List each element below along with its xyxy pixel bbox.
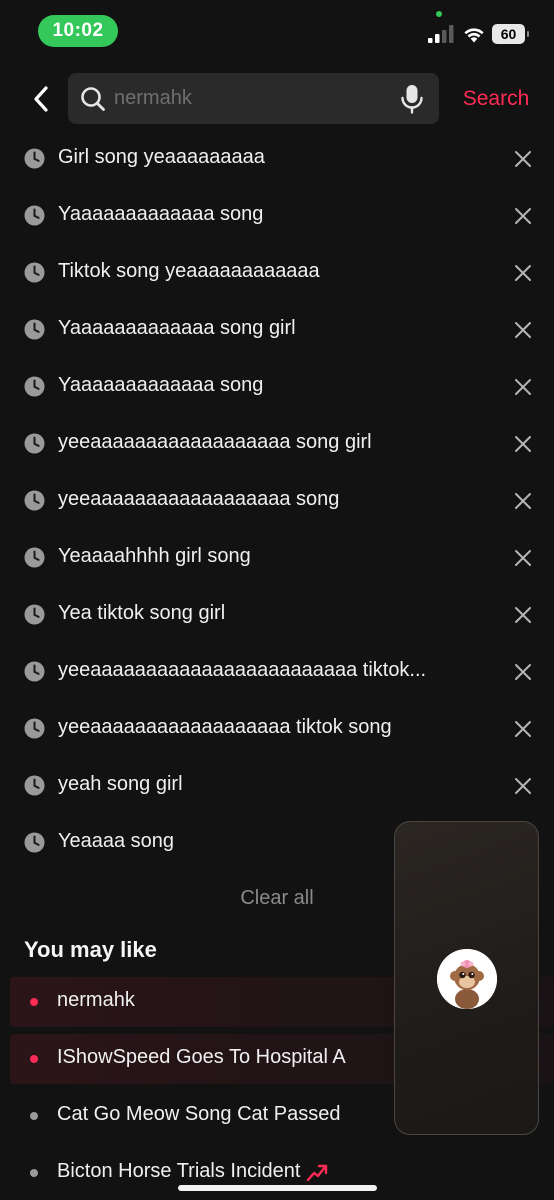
back-button[interactable]	[26, 82, 56, 116]
search-history-list: Girl song yeaaaaaaaaa Yaaaaaaaaaaaaa song…	[0, 130, 554, 871]
history-item-label: yeeaaaaaaaaaaaaaaaaaa song	[58, 488, 340, 510]
history-item[interactable]: Girl song yeaaaaaaaaa	[0, 130, 554, 187]
suggestion-label: nermahk	[57, 989, 135, 1012]
history-item-label: Yaaaaaaaaaaaaa song	[58, 203, 264, 225]
clock-icon	[24, 376, 45, 397]
search-button[interactable]: Search	[458, 84, 534, 114]
avatar[interactable]	[437, 949, 497, 1009]
suggestion-text: IShowSpeed Goes To Hospital A	[57, 1046, 346, 1068]
history-item-label: Yeaaaahhhh girl song	[58, 545, 251, 567]
history-item-label: yeeaaaaaaaaaaaaaaaaaaaaaaaa tiktok...	[58, 659, 427, 681]
close-icon[interactable]	[512, 376, 534, 398]
history-item[interactable]: yeah song girl	[0, 757, 554, 814]
history-item[interactable]: yeeaaaaaaaaaaaaaaaaaa song	[0, 472, 554, 529]
close-icon[interactable]	[512, 718, 534, 740]
search-bar[interactable]	[68, 73, 439, 124]
hot-dot-icon	[30, 1055, 38, 1063]
history-item[interactable]: Yaaaaaaaaaaaaa song girl	[0, 301, 554, 358]
suggestion-label: Bicton Horse Trials Incident	[57, 1160, 328, 1183]
history-item-label: yeeaaaaaaaaaaaaaaaaaa song girl	[58, 431, 372, 453]
history-item-label: yeah song girl	[58, 773, 183, 795]
close-icon[interactable]	[512, 319, 534, 341]
close-icon[interactable]	[512, 604, 534, 626]
wifi-icon	[464, 28, 484, 43]
home-indicator[interactable]	[178, 1185, 377, 1191]
clear-all-button[interactable]: Clear all	[200, 884, 354, 912]
clock-icon	[24, 718, 45, 739]
close-icon[interactable]	[512, 205, 534, 227]
search-icon	[81, 87, 105, 111]
history-item-label: Yaaaaaaaaaaaaa song	[58, 374, 264, 396]
status-bar: 10:02 60	[0, 0, 554, 60]
you-may-like-title: You may like	[24, 937, 157, 962]
search-input[interactable]	[114, 81, 394, 116]
history-item-label: Girl song yeaaaaaaaaa	[58, 146, 265, 168]
camera-in-use-indicator	[436, 11, 442, 17]
suggestion-text: Bicton Horse Trials Incident	[57, 1160, 301, 1182]
history-item-label: Yea tiktok song girl	[58, 602, 226, 624]
hot-dot-icon	[30, 998, 38, 1006]
suggestion-label: Cat Go Meow Song Cat Passed	[57, 1103, 340, 1126]
clock-icon	[24, 832, 45, 853]
clock-icon	[24, 604, 45, 625]
suggestion-label: IShowSpeed Goes To Hospital A	[57, 1046, 346, 1069]
dot-icon	[30, 1169, 38, 1177]
chevron-left-icon	[34, 86, 48, 112]
floating-live-preview[interactable]	[394, 821, 539, 1135]
suggestion-text: nermahk	[57, 989, 135, 1011]
history-item[interactable]: yeeaaaaaaaaaaaaaaaaaa tiktok song	[0, 700, 554, 757]
close-icon[interactable]	[512, 433, 534, 455]
microphone-icon[interactable]	[400, 84, 424, 114]
dot-icon	[30, 1112, 38, 1120]
status-time[interactable]: 10:02	[38, 15, 118, 47]
history-item[interactable]: Yaaaaaaaaaaaaa song	[0, 358, 554, 415]
clock-icon	[24, 205, 45, 226]
monkey-avatar-icon	[437, 949, 497, 1009]
suggestion-text: Cat Go Meow Song Cat Passed	[57, 1103, 341, 1125]
close-icon[interactable]	[512, 661, 534, 683]
close-icon[interactable]	[512, 262, 534, 284]
history-item[interactable]: yeeaaaaaaaaaaaaaaaaaa song girl	[0, 415, 554, 472]
close-icon[interactable]	[512, 148, 534, 170]
battery-indicator: 60	[492, 24, 529, 44]
clock-icon	[24, 661, 45, 682]
clock-icon	[24, 547, 45, 568]
clock-icon	[24, 319, 45, 340]
history-item[interactable]: yeeaaaaaaaaaaaaaaaaaaaaaaaa tiktok...	[0, 643, 554, 700]
history-item[interactable]: Yeaaaahhhh girl song	[0, 529, 554, 586]
history-item[interactable]: Tiktok song yeaaaaaaaaaaaa	[0, 244, 554, 301]
history-item-label: Yaaaaaaaaaaaaa song girl	[58, 317, 296, 339]
trending-up-icon	[307, 1164, 328, 1181]
history-item[interactable]: Yea tiktok song girl	[0, 586, 554, 643]
clock-icon	[24, 775, 45, 796]
clock-icon	[24, 148, 45, 169]
history-item[interactable]: Yaaaaaaaaaaaaa song	[0, 187, 554, 244]
clock-icon	[24, 262, 45, 283]
clock-icon	[24, 433, 45, 454]
close-icon[interactable]	[512, 775, 534, 797]
history-item-label: yeeaaaaaaaaaaaaaaaaaa tiktok song	[58, 716, 392, 738]
close-icon[interactable]	[512, 547, 534, 569]
cellular-signal-icon	[428, 25, 454, 43]
close-icon[interactable]	[512, 490, 534, 512]
history-item-label: Tiktok song yeaaaaaaaaaaaa	[58, 260, 320, 282]
clock-icon	[24, 490, 45, 511]
